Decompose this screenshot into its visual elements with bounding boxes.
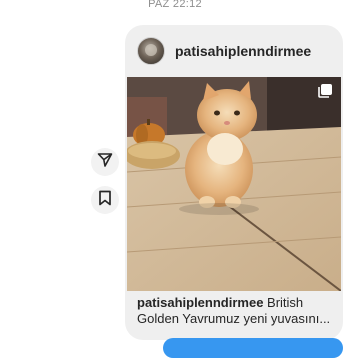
post-image[interactable]	[127, 77, 341, 291]
save-button[interactable]	[91, 186, 119, 214]
multiple-photos-icon	[317, 83, 333, 99]
message-timestamp: PAZ 22:12	[148, 0, 202, 10]
post-header[interactable]: patisahiplenndirmee	[125, 25, 343, 77]
bookmark-icon	[98, 190, 112, 211]
shared-post-card[interactable]: patisahiplenndirmee patisahiplenndirmee …	[125, 25, 343, 340]
paper-plane-icon	[97, 152, 113, 173]
caption-username: patisahiplenndirmee	[137, 295, 264, 310]
post-caption[interactable]: patisahiplenndirmee British Golden Yavru…	[137, 295, 337, 327]
kitten-photo	[127, 77, 341, 291]
post-username[interactable]: patisahiplenndirmee	[175, 43, 311, 59]
avatar[interactable]	[137, 37, 165, 65]
outgoing-message-bubble[interactable]	[163, 338, 343, 358]
share-button[interactable]	[91, 148, 119, 176]
